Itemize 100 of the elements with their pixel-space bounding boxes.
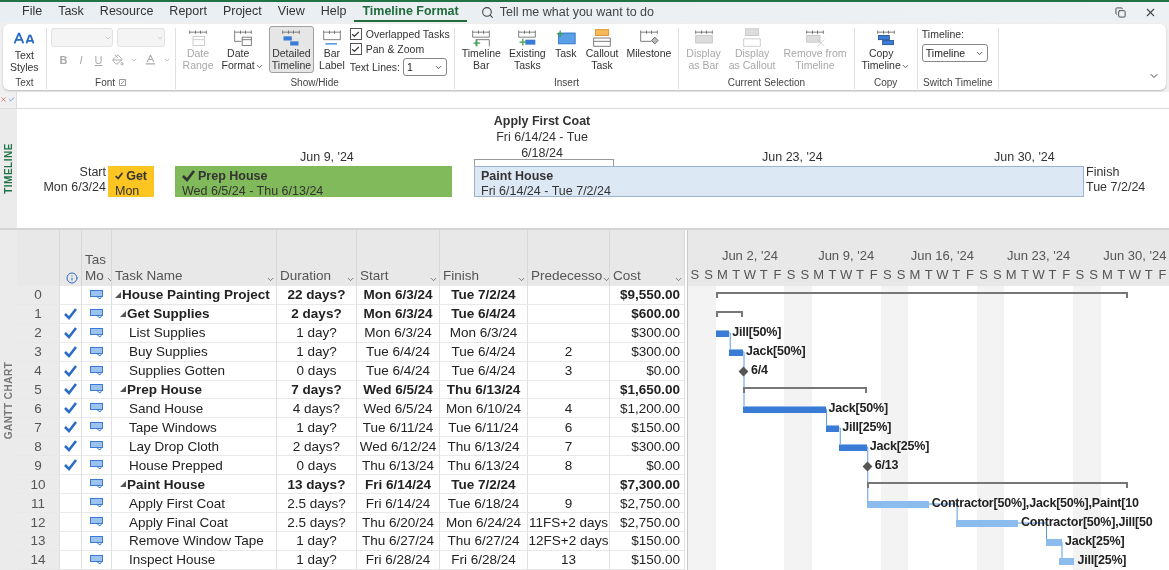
menu-tab[interactable]: Timeline Format — [354, 2, 467, 22]
column-header[interactable]: Task Name — [112, 230, 277, 286]
bar-dates: Fri 6/14/24 - Tue 7/2/24 — [481, 183, 612, 196]
collapse-triangle-icon[interactable] — [120, 310, 126, 317]
menu-tab[interactable]: Resource — [91, 2, 162, 22]
column-header[interactable]: Start — [357, 230, 440, 286]
search-icon[interactable] — [480, 5, 494, 19]
ribbon-button[interactable]: Task — [550, 26, 581, 62]
day-label: M — [812, 267, 826, 282]
table-cell: 2.5 days? — [277, 513, 357, 532]
day-label: T — [758, 267, 769, 282]
collapse-triangle-icon[interactable] — [115, 291, 121, 298]
group-label: Current Selection — [727, 76, 806, 89]
task-name: Apply First Coat — [129, 495, 226, 511]
menu-tab[interactable]: View — [269, 2, 313, 22]
task-bar[interactable] — [839, 444, 867, 451]
row-number: 12 — [30, 514, 46, 530]
menu-tab[interactable]: Report — [161, 2, 215, 22]
day-label: S — [978, 267, 989, 282]
menu-tab[interactable]: Project — [214, 2, 270, 22]
collapse-triangle-icon[interactable] — [120, 386, 126, 393]
ribbon-button[interactable]: Text Styles — [7, 26, 42, 75]
checkbox[interactable]: Pan & Zoom — [349, 43, 450, 55]
ribbon-button[interactable]: Detailed Timeline — [268, 26, 315, 73]
check-icon — [64, 421, 77, 434]
check-icon — [64, 364, 77, 377]
timeline-bar[interactable]: Get Mon — [108, 165, 154, 197]
column-header[interactable]: Tas Mo — [82, 230, 112, 286]
row-number: 1 — [34, 306, 42, 322]
table-cell: Tue 7/2/24 — [440, 475, 528, 495]
table-cell: $1,200.00 — [610, 399, 685, 419]
task-bar[interactable] — [825, 425, 840, 432]
row-number: 10 — [30, 476, 46, 492]
task-name: House Painting Project — [122, 287, 270, 303]
task-name: Remove Window Tape — [129, 533, 264, 549]
task-bar[interactable] — [1045, 539, 1062, 546]
column-header[interactable]: Duration — [277, 230, 357, 286]
bar-name: Paint House — [481, 168, 554, 183]
table-cell: 1 day? — [277, 418, 357, 438]
caret-icon — [900, 62, 910, 71]
table-cell: $2,750.00 — [610, 494, 685, 514]
day-label: S — [799, 267, 811, 282]
week-label: Jun 30, '24 — [1102, 248, 1168, 263]
ribbon-button[interactable]: Milestone — [623, 26, 675, 62]
ribbon-button[interactable]: Existing Tasks — [505, 26, 549, 73]
task-mode-icon — [89, 365, 104, 376]
group-label: Text — [15, 76, 34, 89]
menu-tab[interactable]: Task — [50, 2, 92, 22]
task-bar[interactable] — [743, 406, 826, 413]
group-label: Copy — [873, 76, 898, 89]
day-label: T — [1116, 267, 1127, 282]
day-label: F — [964, 267, 975, 282]
day-label: M — [1004, 267, 1018, 282]
task-bar[interactable] — [715, 330, 730, 337]
task-bar[interactable] — [729, 349, 743, 356]
ribbon-button[interactable]: Callout Task — [582, 26, 622, 73]
menu-tab[interactable]: Help — [312, 2, 355, 22]
enter-icon[interactable] — [8, 96, 15, 104]
ribbon-button[interactable]: Timeline Bar — [458, 26, 504, 73]
checkbox[interactable]: Overlapped Tasks — [349, 28, 450, 40]
task-bar[interactable] — [1059, 558, 1075, 565]
timescale-label: Jun 30, '24 — [994, 149, 1055, 165]
collapse-triangle-icon[interactable] — [120, 481, 126, 488]
dialog-launcher-icon[interactable] — [119, 79, 127, 87]
table-cell: Wed 6/5/24 — [357, 399, 440, 419]
tell-me-field[interactable]: Tell me what you want to do — [499, 5, 654, 19]
day-label: W — [1128, 267, 1142, 282]
menu-tab[interactable]: File — [14, 2, 51, 22]
timeline-bar[interactable]: Paint House Fri 6/14/24 - Tue 7/2/24 — [474, 165, 1084, 197]
timeline-select[interactable]: Timeline — [921, 44, 988, 62]
check-icon — [64, 326, 77, 339]
table-cell: 11FS+2 days — [528, 513, 610, 532]
check-icon — [64, 459, 77, 472]
callout-name: Apply First Coat — [492, 112, 592, 129]
info-icon[interactable] — [65, 271, 78, 284]
task-mode-icon — [89, 289, 104, 300]
pane-label: GANTT CHART — [3, 361, 14, 439]
font-size-field[interactable] — [116, 28, 165, 47]
table-cell: 6 — [528, 418, 610, 438]
day-label: T — [1047, 267, 1058, 282]
week-label: Jun 2, '24 — [720, 248, 779, 263]
table-cell: 4 — [528, 399, 610, 419]
group-label: Show/Hide — [290, 76, 339, 89]
timeline-bar[interactable]: Prep House Wed 6/5/24 - Thu 6/13/24 — [175, 165, 452, 197]
ribbon-button[interactable]: Copy Timeline — [858, 26, 913, 73]
text-lines-select[interactable]: 1 — [403, 58, 447, 76]
cancel-icon[interactable] — [0, 96, 7, 104]
row-number: 8 — [34, 438, 42, 454]
ribbon-button[interactable]: Bar Label — [316, 26, 348, 73]
column-header[interactable]: Finish — [440, 230, 528, 286]
checkbox-box[interactable] — [349, 43, 362, 55]
font-name-field[interactable] — [50, 28, 113, 47]
column-header[interactable]: Predecesso — [528, 230, 610, 286]
ribbon-button[interactable]: Date Format — [218, 26, 267, 73]
column-header[interactable]: Cost — [610, 230, 685, 286]
checkbox-box[interactable] — [349, 28, 362, 40]
check-icon — [64, 345, 77, 358]
restore-icon[interactable] — [1115, 6, 1126, 18]
row-number: 7 — [34, 419, 42, 435]
bar-name: Prep House — [198, 168, 268, 183]
